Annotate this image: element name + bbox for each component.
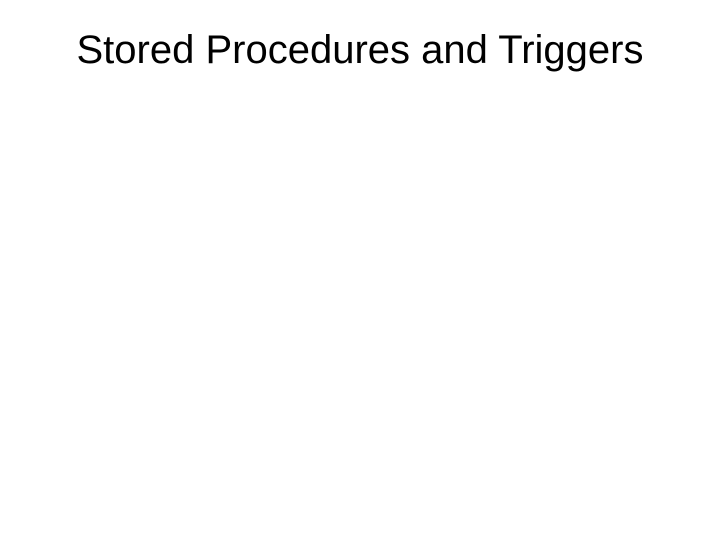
slide-title: Stored Procedures and Triggers (0, 28, 720, 73)
